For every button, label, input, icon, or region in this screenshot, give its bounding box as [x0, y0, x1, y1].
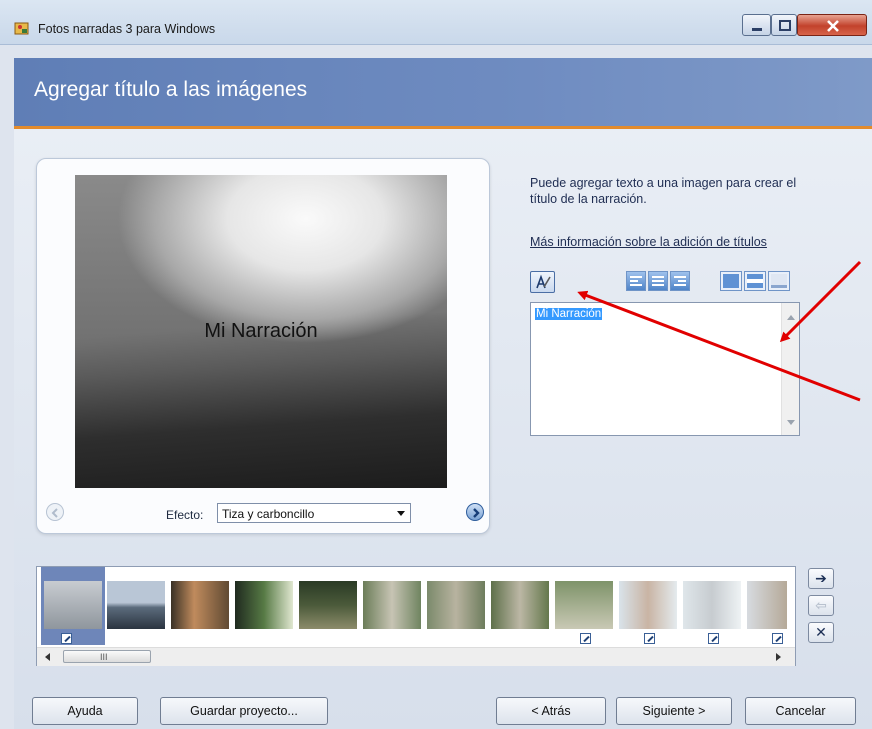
minimize-button[interactable]: [742, 14, 771, 36]
font-icon: [536, 274, 551, 289]
remove-image-button[interactable]: ✕: [808, 622, 834, 643]
maximize-icon: [779, 20, 791, 31]
edit-title-icon: [580, 633, 591, 644]
help-button[interactable]: Ayuda: [32, 697, 138, 725]
next-button[interactable]: Siguiente >: [616, 697, 732, 725]
title-text-input[interactable]: Mi Narración: [530, 302, 800, 436]
maximize-button[interactable]: [771, 14, 797, 36]
scroll-left-icon: [45, 653, 50, 661]
position-bottom-button[interactable]: [768, 271, 790, 291]
thumbnail[interactable]: [44, 581, 102, 629]
scrollbar-grip: III: [100, 652, 108, 662]
thumbnail[interactable]: [235, 581, 293, 629]
thumbnail[interactable]: [555, 581, 613, 629]
thumbnail[interactable]: [299, 581, 357, 629]
page-title: Agregar título a las imágenes: [34, 78, 308, 101]
scroll-up-icon: [787, 315, 795, 320]
remove-icon: ✕: [815, 624, 827, 640]
scrollbar-thumb[interactable]: III: [63, 650, 151, 663]
edit-title-icon: [708, 633, 719, 644]
text-scrollbar[interactable]: [781, 303, 799, 435]
wizard-header: Agregar título a las imágenes: [14, 58, 872, 129]
effect-label: Efecto:: [166, 508, 204, 522]
minimize-icon: [752, 28, 762, 31]
close-icon: [827, 20, 839, 32]
align-right-button[interactable]: [670, 271, 690, 291]
position-top-button[interactable]: [720, 271, 742, 291]
title-text-value: Mi Narración: [535, 308, 603, 320]
effect-dropdown[interactable]: Tiza y carboncillo: [217, 503, 411, 523]
move-right-button[interactable]: ➔: [808, 568, 834, 589]
window-title: Fotos narradas 3 para Windows: [38, 22, 216, 36]
edit-title-icon: [61, 633, 72, 644]
scroll-down-icon: [787, 420, 795, 425]
app-window: Fotos narradas 3 para Windows Agregar tí…: [0, 0, 872, 729]
edit-title-icon: [772, 633, 783, 644]
font-button[interactable]: [530, 271, 555, 293]
effect-value: Tiza y carboncillo: [222, 507, 315, 521]
cancel-button[interactable]: Cancelar: [745, 697, 856, 725]
position-middle-icon: [747, 274, 763, 288]
info-description: Puede agregar texto a una imagen para cr…: [530, 176, 797, 206]
position-middle-button[interactable]: [744, 271, 766, 291]
chevron-right-icon: [473, 508, 480, 518]
filmstrip[interactable]: III: [36, 566, 796, 666]
edit-title-icon: [644, 633, 655, 644]
move-left-button[interactable]: ⇦: [808, 595, 834, 616]
thumbnail[interactable]: [683, 581, 741, 629]
app-icon: [14, 22, 29, 35]
scroll-right-icon: [776, 653, 781, 661]
title-bar: Fotos narradas 3 para Windows: [0, 0, 872, 45]
align-center-button[interactable]: [648, 271, 668, 291]
chevron-left-icon: [51, 508, 58, 518]
position-top-icon: [723, 274, 739, 288]
more-info-link[interactable]: Más información sobre la adición de títu…: [530, 234, 800, 260]
thumbnail[interactable]: [491, 581, 549, 629]
next-image-button[interactable]: [466, 503, 484, 521]
back-button[interactable]: < Atrás: [496, 697, 606, 725]
preview-image: Mi Narración: [75, 175, 447, 488]
filmstrip-scrollbar[interactable]: III: [37, 647, 795, 666]
close-button[interactable]: [797, 14, 867, 36]
preview-caption: Mi Narración: [204, 320, 318, 342]
thumbnail[interactable]: [363, 581, 421, 629]
chevron-down-icon: [397, 511, 405, 516]
thumbnail[interactable]: [427, 581, 485, 629]
save-project-button[interactable]: Guardar proyecto...: [160, 697, 328, 725]
thumbnail[interactable]: [747, 581, 787, 629]
previous-image-button[interactable]: [46, 503, 64, 521]
thumbnail[interactable]: [619, 581, 677, 629]
thumbnail[interactable]: [107, 581, 165, 629]
thumbnail[interactable]: [171, 581, 229, 629]
align-left-button[interactable]: [626, 271, 646, 291]
position-bottom-icon: [771, 274, 787, 288]
arrow-left-icon: ⇦: [815, 597, 827, 613]
arrow-right-icon: ➔: [815, 570, 827, 586]
